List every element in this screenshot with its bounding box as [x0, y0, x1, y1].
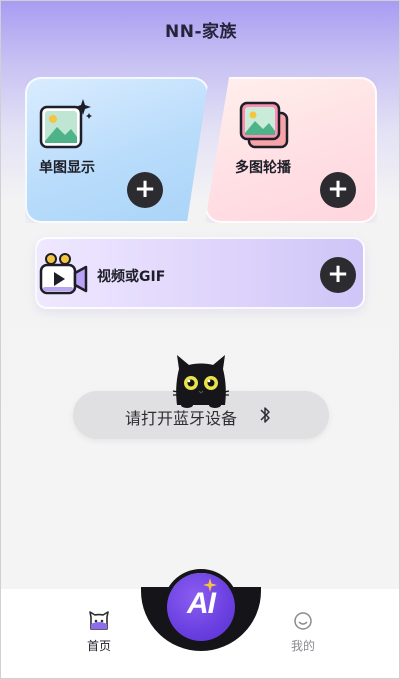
page-title: NN-家族	[164, 22, 237, 42]
black-cat-mascot	[169, 353, 233, 413]
add-multi-image-button[interactable]: +	[320, 172, 356, 208]
video-gif-label: 视频或GIF	[97, 269, 166, 285]
bluetooth-icon	[259, 405, 271, 429]
multi-image-label: 多图轮播	[235, 160, 291, 176]
add-single-image-button[interactable]: +	[127, 172, 163, 208]
video-camera-icon	[39, 251, 89, 301]
image-sparkle-icon	[39, 99, 93, 157]
tab-home-label: 首页	[86, 639, 111, 653]
tab-mine[interactable]: 我的	[273, 611, 333, 654]
app-screen: NN-家族 单图显示 + 多图轮播 + 视频或GIF + 请打开蓝牙设备 首页 …	[0, 0, 400, 679]
tab-home[interactable]: 首页	[69, 611, 129, 654]
add-video-gif-button[interactable]: +	[320, 257, 356, 293]
image-stack-icon	[239, 101, 291, 155]
smiley-face-icon	[293, 612, 313, 635]
tab-mine-label: 我的	[290, 639, 315, 653]
single-image-label: 单图显示	[39, 160, 95, 176]
ai-button-label: AI	[187, 587, 216, 620]
cat-face-icon	[88, 611, 110, 635]
sparkle-icon	[203, 577, 217, 596]
ai-button[interactable]: AI	[167, 573, 235, 641]
